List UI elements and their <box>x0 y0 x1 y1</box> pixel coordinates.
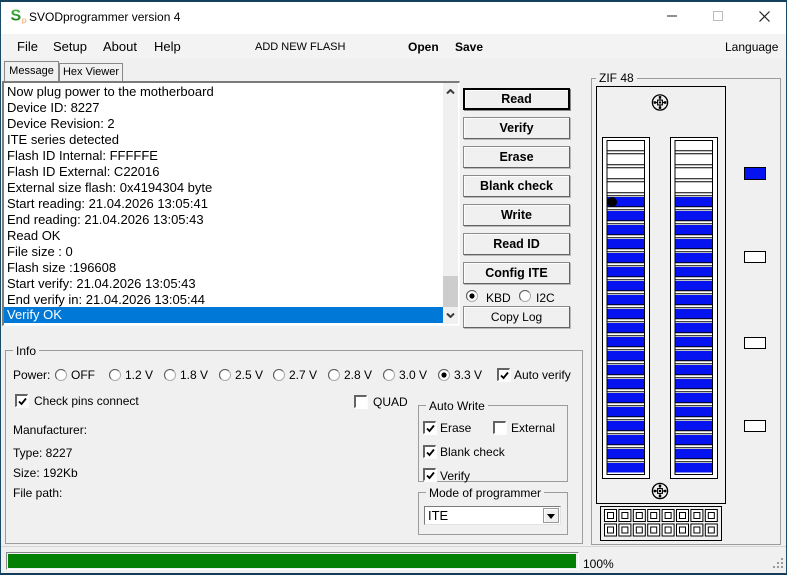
svg-text:p: p <box>22 15 27 24</box>
svg-text:S: S <box>11 8 22 25</box>
